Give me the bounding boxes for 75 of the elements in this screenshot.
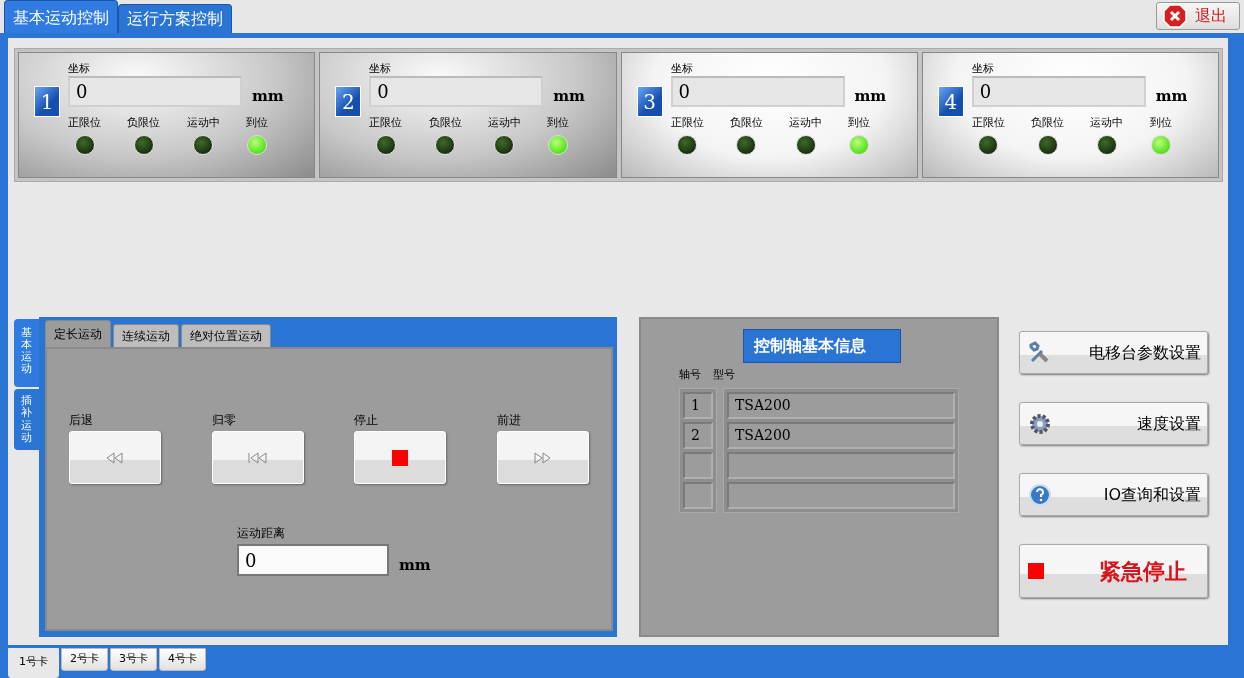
- distance-label: 运动距离: [237, 525, 286, 542]
- table-cell: 1: [683, 391, 713, 419]
- unit-label: mm: [553, 85, 585, 107]
- axis-number-badge: 3: [636, 86, 663, 117]
- side-tab[interactable]: 插补运动: [14, 389, 39, 450]
- axis-number-badge: 1: [34, 86, 60, 117]
- axis-info-title: 控制轴基本信息: [743, 329, 901, 363]
- table-cell: TSA200: [727, 391, 955, 419]
- table-cell: TSA200: [727, 421, 955, 449]
- indicator-label: 运动中: [487, 115, 521, 131]
- indicator-label: 负限位: [1031, 115, 1065, 131]
- motion-button[interactable]: [211, 431, 304, 484]
- card-tab[interactable]: 4号卡: [159, 648, 206, 671]
- card-tab[interactable]: 3号卡: [110, 648, 157, 671]
- side-tab[interactable]: 基本运动: [14, 319, 39, 388]
- indicator-label: 负限位: [428, 115, 462, 131]
- help-icon: [1028, 482, 1052, 507]
- coordinate-label: 坐标: [369, 62, 393, 76]
- motion-tab[interactable]: 绝对位置运动: [181, 324, 271, 347]
- card-tab[interactable]: 1号卡: [8, 648, 59, 678]
- stop-icon: [392, 449, 409, 466]
- unit-label: mm: [854, 85, 887, 107]
- button-label: 后退: [69, 412, 94, 429]
- table-cell: [683, 451, 713, 479]
- indicator-label: 正限位: [68, 115, 101, 131]
- coordinate-label: 坐标: [971, 62, 995, 76]
- coordinate-field: 0: [68, 76, 242, 107]
- main-tab[interactable]: 基本运动控制: [4, 0, 118, 33]
- main-tab[interactable]: 运行方案控制: [118, 4, 232, 33]
- unit-label: mm: [252, 85, 284, 107]
- stop-icon: [1028, 563, 1044, 579]
- card-tab[interactable]: 2号卡: [61, 648, 108, 671]
- button-label: 归零: [211, 412, 237, 429]
- motion-tab[interactable]: 定长运动: [45, 320, 111, 347]
- table-cell: 2: [683, 421, 713, 449]
- action-button[interactable]: 电移台参数设置: [1019, 331, 1208, 374]
- indicator-label: 到位: [246, 115, 268, 131]
- indicator-label: 负限位: [127, 115, 161, 131]
- coordinate-field: 0: [670, 76, 845, 107]
- button-label: 前进: [496, 412, 522, 429]
- gear-icon: [1028, 411, 1052, 436]
- axis-number-badge: 2: [335, 86, 362, 117]
- close-icon: [1163, 4, 1187, 28]
- double-left-triangle-icon: [106, 451, 124, 464]
- indicator-label: 正限位: [369, 115, 403, 131]
- coordinate-label: 坐标: [670, 62, 694, 76]
- indicator-label: 到位: [848, 115, 871, 131]
- coordinate-label: 坐标: [68, 62, 91, 76]
- double-right-triangle-icon: [533, 451, 552, 464]
- indicator-label: 负限位: [729, 115, 763, 131]
- action-button[interactable]: 速度设置: [1019, 402, 1208, 445]
- button-label: 停止: [354, 412, 380, 429]
- indicator-label: 运动中: [186, 115, 220, 131]
- indicator-label: 到位: [547, 115, 570, 131]
- motion-button[interactable]: [496, 431, 589, 484]
- motion-button[interactable]: [354, 431, 447, 484]
- indicator-label: 正限位: [670, 115, 704, 131]
- indicator-label: 运动中: [789, 115, 823, 131]
- exit-button[interactable]: 退出: [1156, 2, 1240, 30]
- indicator-label: 到位: [1149, 115, 1172, 131]
- unit-label: mm: [1155, 85, 1188, 107]
- coordinate-field: 0: [369, 76, 544, 107]
- indicator-label: 运动中: [1090, 115, 1124, 131]
- skip-to-start-icon: [247, 451, 268, 464]
- column-header: 型号: [713, 367, 735, 383]
- axis-number-badge: 4: [937, 86, 964, 117]
- motion-tab[interactable]: 连续运动: [113, 324, 179, 347]
- table-cell: [683, 481, 713, 509]
- action-button[interactable]: 紧急停止: [1019, 544, 1208, 598]
- indicator-label: 正限位: [971, 115, 1005, 131]
- coordinate-field: 0: [971, 76, 1146, 107]
- distance-input[interactable]: 0: [237, 544, 389, 576]
- action-button[interactable]: IO查询和设置: [1019, 473, 1208, 516]
- column-header: 轴号: [679, 367, 701, 383]
- unit-label: mm: [399, 554, 431, 576]
